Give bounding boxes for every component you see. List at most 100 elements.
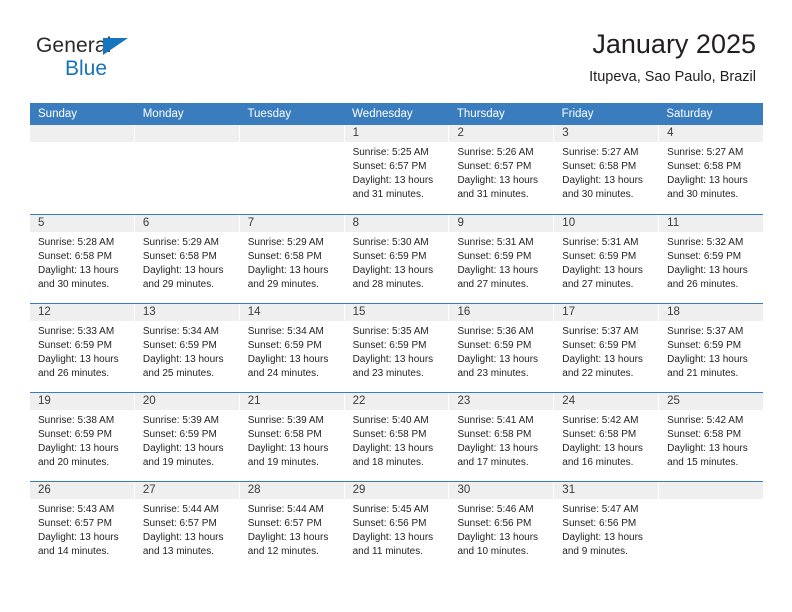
day-cell[interactable]: 24 Sunrise: 5:42 AM Sunset: 6:58 PM Dayligh… — [554, 393, 660, 481]
day-cell[interactable]: 13 Sunrise: 5:34 AM Sunset: 6:59 PM Dayligh… — [134, 304, 240, 392]
day-cell[interactable]: 9 Sunrise: 5:31 AM Sunset: 6:59 PM Daylight… — [449, 215, 555, 303]
day-number: 5 — [30, 215, 134, 232]
daylight-text-line2: and 19 minutes. — [142, 457, 215, 468]
day-cell[interactable]: 21 Sunrise: 5:39 AM Sunset: 6:58 PM Dayligh… — [239, 393, 345, 481]
daylight-text-line1: Daylight: 13 hours — [142, 354, 224, 365]
day-number: 30 — [449, 482, 554, 499]
day-cell-empty — [239, 125, 345, 214]
daylight-text-line1: Daylight: 13 hours — [38, 354, 119, 365]
day-number: 17 — [554, 304, 659, 321]
day-cell[interactable]: 31 Sunrise: 5:47 AM Sunset: 6:56 PM Dayligh… — [554, 482, 660, 570]
day-cell[interactable]: 27 Sunrise: 5:44 AM Sunset: 6:57 PM Dayligh… — [134, 482, 240, 570]
sunset-text: Sunset: 6:57 PM — [247, 518, 322, 529]
day-cell[interactable]: 19 Sunrise: 5:38 AM Sunset: 6:59 PM Dayligh… — [30, 393, 135, 481]
daylight-text-line1: Daylight: 13 hours — [562, 175, 643, 186]
masthead: General Blue January 2025 Itupeva, Sao P… — [0, 0, 792, 103]
day-number: 9 — [449, 215, 554, 232]
day-details: Sunrise: 5:30 AM Sunset: 6:59 PM Daylight:… — [344, 232, 449, 303]
day-number: 10 — [554, 215, 659, 232]
day-cell[interactable]: 15 Sunrise: 5:35 AM Sunset: 6:59 PM Dayligh… — [344, 304, 450, 392]
sunrise-text: Sunrise: 5:37 AM — [667, 326, 744, 337]
day-cell[interactable]: 18 Sunrise: 5:37 AM Sunset: 6:59 PM Dayligh… — [659, 304, 764, 392]
day-cell[interactable]: 14 Sunrise: 5:34 AM Sunset: 6:59 PM Dayligh… — [239, 304, 345, 392]
day-number: 18 — [659, 304, 764, 321]
sunset-text: Sunset: 6:59 PM — [142, 340, 217, 351]
day-details: Sunrise: 5:34 AM Sunset: 6:59 PM Daylight:… — [134, 321, 239, 392]
daylight-text-line2: and 24 minutes. — [247, 368, 319, 379]
sunset-text: Sunset: 6:56 PM — [352, 518, 427, 529]
daylight-text-line2: and 19 minutes. — [247, 457, 319, 468]
daylight-text-line1: Daylight: 13 hours — [142, 265, 224, 276]
day-cell[interactable]: 11 Sunrise: 5:32 AM Sunset: 6:59 PM Dayligh… — [659, 215, 764, 303]
sunrise-text: Sunrise: 5:27 AM — [667, 147, 744, 158]
logo-text-general: General — [36, 34, 112, 57]
daylight-text-line2: and 25 minutes. — [142, 368, 215, 379]
day-cell[interactable]: 22 Sunrise: 5:40 AM Sunset: 6:58 PM Dayligh… — [344, 393, 450, 481]
day-cell[interactable]: 28 Sunrise: 5:44 AM Sunset: 6:57 PM Dayligh… — [239, 482, 345, 570]
day-details: Sunrise: 5:38 AM Sunset: 6:59 PM Daylight:… — [30, 410, 134, 481]
day-number: 1 — [344, 125, 449, 142]
day-cell[interactable]: 12 Sunrise: 5:33 AM Sunset: 6:59 PM Dayligh… — [30, 304, 135, 392]
sunset-text: Sunset: 6:58 PM — [667, 429, 742, 440]
sunset-text: Sunset: 6:59 PM — [562, 251, 637, 262]
day-cell[interactable]: 4 Sunrise: 5:27 AM Sunset: 6:58 PM Daylight… — [659, 125, 764, 214]
day-cell[interactable]: 2 Sunrise: 5:26 AM Sunset: 6:57 PM Daylight… — [449, 125, 555, 214]
day-cell[interactable]: 8 Sunrise: 5:30 AM Sunset: 6:59 PM Daylight… — [344, 215, 450, 303]
day-details: Sunrise: 5:26 AM Sunset: 6:57 PM Daylight:… — [449, 142, 554, 214]
day-details: Sunrise: 5:42 AM Sunset: 6:58 PM Daylight:… — [659, 410, 764, 481]
day-cell[interactable]: 25 Sunrise: 5:42 AM Sunset: 6:58 PM Dayligh… — [659, 393, 764, 481]
daylight-text-line2: and 26 minutes. — [38, 368, 110, 379]
daylight-text-line2: and 15 minutes. — [667, 457, 739, 468]
weekday-header-sunday: Sunday — [38, 108, 78, 120]
day-cell[interactable]: 3 Sunrise: 5:27 AM Sunset: 6:58 PM Daylight… — [554, 125, 660, 214]
sunrise-text: Sunrise: 5:45 AM — [352, 504, 429, 515]
daylight-text-line1: Daylight: 13 hours — [38, 443, 119, 454]
daylight-text-line1: Daylight: 13 hours — [38, 265, 119, 276]
sunrise-text: Sunrise: 5:36 AM — [457, 326, 534, 337]
day-cell[interactable]: 16 Sunrise: 5:36 AM Sunset: 6:59 PM Dayligh… — [449, 304, 555, 392]
day-number: 15 — [344, 304, 449, 321]
daylight-text-line1: Daylight: 13 hours — [352, 265, 434, 276]
sunset-text: Sunset: 6:59 PM — [247, 340, 322, 351]
day-cell[interactable]: 7 Sunrise: 5:29 AM Sunset: 6:58 PM Daylight… — [239, 215, 345, 303]
weekday-header-monday: Monday — [142, 108, 184, 120]
daylight-text-line2: and 11 minutes. — [352, 546, 423, 557]
sunset-text: Sunset: 6:56 PM — [562, 518, 637, 529]
sunrise-text: Sunrise: 5:37 AM — [562, 326, 639, 337]
sunset-text: Sunset: 6:59 PM — [352, 340, 427, 351]
day-cell[interactable]: 23 Sunrise: 5:41 AM Sunset: 6:58 PM Dayligh… — [449, 393, 555, 481]
day-cell[interactable]: 30 Sunrise: 5:46 AM Sunset: 6:56 PM Dayligh… — [449, 482, 555, 570]
day-details: Sunrise: 5:28 AM Sunset: 6:58 PM Daylight:… — [30, 232, 134, 303]
week-row: 26 Sunrise: 5:43 AM Sunset: 6:57 PM Dayligh… — [30, 481, 764, 570]
day-details: Sunrise: 5:47 AM Sunset: 6:56 PM Daylight:… — [554, 499, 659, 570]
sunrise-text: Sunrise: 5:46 AM — [457, 504, 534, 515]
day-number: 6 — [134, 215, 239, 232]
daylight-text-line2: and 30 minutes. — [562, 189, 634, 200]
day-cell[interactable]: 17 Sunrise: 5:37 AM Sunset: 6:59 PM Dayligh… — [554, 304, 660, 392]
daylight-text-line1: Daylight: 13 hours — [142, 443, 224, 454]
day-cell[interactable]: 20 Sunrise: 5:39 AM Sunset: 6:59 PM Dayligh… — [134, 393, 240, 481]
sunrise-text: Sunrise: 5:34 AM — [247, 326, 324, 337]
day-cell[interactable]: 5 Sunrise: 5:28 AM Sunset: 6:58 PM Daylight… — [30, 215, 135, 303]
day-cell[interactable]: 26 Sunrise: 5:43 AM Sunset: 6:57 PM Dayligh… — [30, 482, 135, 570]
sunrise-text: Sunrise: 5:40 AM — [352, 415, 429, 426]
daylight-text-line2: and 31 minutes. — [352, 189, 424, 200]
day-cell[interactable]: 1 Sunrise: 5:25 AM Sunset: 6:57 PM Daylight… — [344, 125, 450, 214]
daylight-text-line1: Daylight: 13 hours — [457, 175, 539, 186]
day-cell[interactable]: 6 Sunrise: 5:29 AM Sunset: 6:58 PM Daylight… — [134, 215, 240, 303]
day-details: Sunrise: 5:31 AM Sunset: 6:59 PM Daylight:… — [554, 232, 659, 303]
sunset-text: Sunset: 6:59 PM — [457, 340, 532, 351]
sunrise-text: Sunrise: 5:39 AM — [247, 415, 324, 426]
day-number — [134, 125, 239, 142]
day-details: Sunrise: 5:35 AM Sunset: 6:59 PM Daylight:… — [344, 321, 449, 392]
sunset-text: Sunset: 6:59 PM — [352, 251, 427, 262]
sunrise-text: Sunrise: 5:31 AM — [457, 237, 534, 248]
daylight-text-line1: Daylight: 13 hours — [457, 443, 539, 454]
day-details: Sunrise: 5:46 AM Sunset: 6:56 PM Daylight:… — [449, 499, 554, 570]
day-cell[interactable]: 29 Sunrise: 5:45 AM Sunset: 6:56 PM Dayligh… — [344, 482, 450, 570]
day-cell[interactable]: 10 Sunrise: 5:31 AM Sunset: 6:59 PM Dayligh… — [554, 215, 660, 303]
sunset-text: Sunset: 6:57 PM — [142, 518, 217, 529]
day-number: 12 — [30, 304, 134, 321]
generalblue-logo[interactable]: General Blue — [36, 35, 236, 83]
sunset-text: Sunset: 6:59 PM — [667, 251, 742, 262]
